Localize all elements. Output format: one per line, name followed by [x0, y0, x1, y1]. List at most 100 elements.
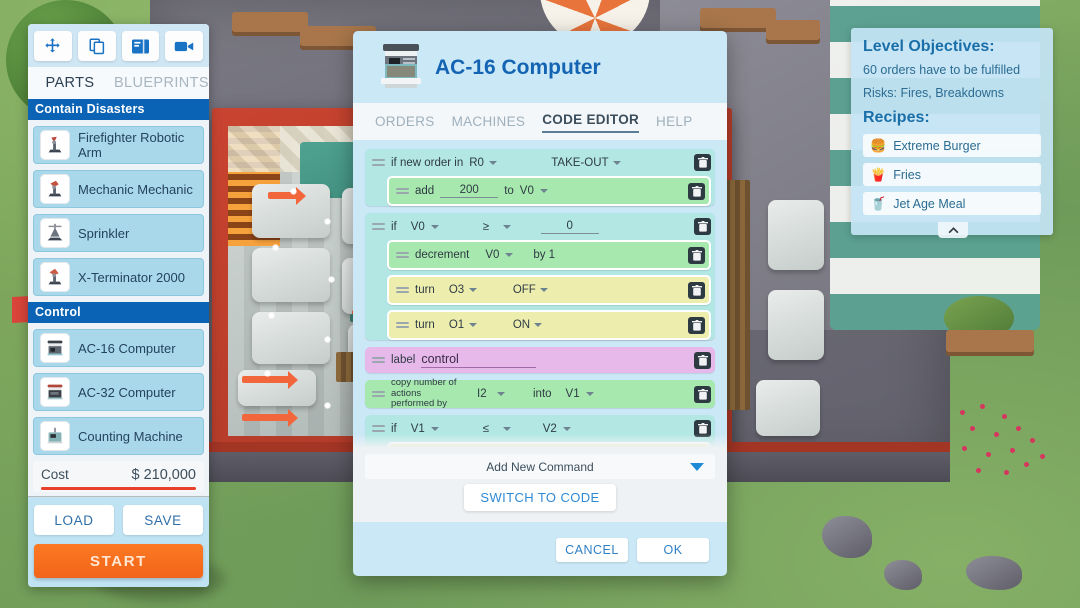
load-button[interactable]: LOAD — [34, 505, 114, 535]
dropdown-state[interactable]: ON — [513, 319, 543, 331]
code-block-turn-o2[interactable]: turn O2 ON — [387, 442, 711, 448]
move-arrows-icon — [43, 37, 62, 56]
part-item-x-terminator-2000[interactable]: X-Terminator 2000 — [33, 258, 204, 296]
game-screen: PARTS BLUEPRINTS Contain Disasters Firef… — [0, 0, 1080, 608]
dropdown-variable[interactable]: V0 — [520, 185, 548, 197]
dropdown-order-type[interactable]: TAKE-OUT — [551, 157, 621, 169]
tab-machines[interactable]: MACHINES — [452, 114, 526, 133]
drag-handle-icon[interactable] — [396, 321, 409, 329]
drag-handle-icon[interactable] — [396, 251, 409, 259]
camera-tool-button[interactable] — [165, 31, 203, 61]
cost-box: Cost $ 210,000 — [33, 461, 204, 492]
drag-handle-icon[interactable] — [372, 159, 385, 166]
code-editor-canvas[interactable]: if new order in R0 TAKE-OUT add 200 to V… — [353, 140, 727, 448]
part-item-ac-32-computer[interactable]: AC-32 Computer — [33, 373, 204, 411]
block-keyword: label — [391, 354, 416, 366]
tab-help[interactable]: HELP — [656, 114, 692, 133]
robot-arm-icon — [40, 130, 70, 160]
tab-parts[interactable]: PARTS — [28, 73, 112, 94]
delete-block-button[interactable] — [688, 316, 705, 334]
machine — [768, 200, 824, 270]
code-block-turn-o3[interactable]: turn O3 OFF — [387, 275, 711, 305]
dropdown-output[interactable]: O3 — [449, 284, 477, 296]
dropdown-output[interactable]: O1 — [449, 319, 477, 331]
drag-handle-icon[interactable] — [372, 356, 385, 364]
copy-icon — [88, 37, 106, 55]
code-block-turn-o1[interactable]: turn O1 ON — [387, 310, 711, 340]
tab-blueprints[interactable]: BLUEPRINTS — [114, 73, 209, 94]
switch-to-code-button[interactable]: SWITCH TO CODE — [464, 484, 616, 511]
recipe-item-jet-age-meal[interactable]: 🥤 Jet Age Meal — [863, 192, 1041, 215]
code-block-copy-actions[interactable]: copy number of actions performed by I2 i… — [365, 378, 715, 409]
panel-tabs: PARTS BLUEPRINTS — [28, 67, 209, 99]
code-block-label[interactable]: label control — [365, 347, 715, 373]
dropdown-operator[interactable]: ≤ — [483, 423, 511, 435]
chevron-down-icon — [502, 224, 511, 229]
dropdown-variable[interactable]: V1 — [566, 388, 594, 400]
chevron-down-icon — [430, 224, 439, 229]
delete-block-button[interactable] — [688, 281, 705, 299]
tab-orders[interactable]: ORDERS — [375, 114, 435, 133]
dropdown-state[interactable]: OFF — [513, 284, 548, 296]
delete-block-button[interactable] — [694, 218, 711, 235]
dropdown-variable[interactable]: V2 — [543, 423, 571, 435]
start-button[interactable]: START — [34, 544, 203, 578]
objectives-title: Level Objectives: — [863, 38, 995, 55]
part-item-counting-machine[interactable]: Counting Machine — [33, 417, 204, 455]
delete-block-button[interactable] — [688, 246, 705, 264]
delete-block-button[interactable] — [694, 154, 711, 171]
text-input-label[interactable]: control — [421, 352, 537, 368]
recipe-item-extreme-burger[interactable]: 🍔 Extreme Burger — [863, 134, 1041, 157]
move-tool-button[interactable] — [34, 31, 72, 61]
code-block-if-compare[interactable]: if V0 ≥ 0 decrement V0 by 1 turn O3 OFF … — [365, 213, 715, 340]
part-item-sprinkler[interactable]: Sprinkler — [33, 214, 204, 252]
dropdown-operator[interactable]: ≥ — [483, 221, 511, 233]
tab-code-editor[interactable]: CODE EDITOR — [542, 112, 640, 133]
dropdown-machine[interactable]: I2 — [477, 388, 505, 400]
part-item-firefighter-robotic-arm[interactable]: Firefighter Robotic Arm — [33, 126, 204, 164]
collapse-objectives-button[interactable] — [938, 222, 968, 238]
delete-block-button[interactable] — [694, 420, 711, 437]
robot-arm-icon — [40, 174, 70, 204]
number-input-amount[interactable]: 200 — [440, 184, 499, 198]
recipe-item-fries[interactable]: 🍟 Fries — [863, 163, 1041, 186]
machine — [252, 248, 330, 302]
notes-tool-button[interactable] — [121, 31, 160, 61]
dropdown-variable[interactable]: V0 — [485, 249, 514, 261]
save-button[interactable]: SAVE — [123, 505, 203, 535]
parts-list: Contain Disasters Firefighter Robotic Ar… — [28, 99, 209, 497]
part-item-mechanic-mechanic[interactable]: Mechanic Mechanic — [33, 170, 204, 208]
number-input-compare[interactable]: 0 — [540, 220, 599, 234]
dropdown-variable[interactable]: V1 — [411, 423, 439, 435]
cost-value: $ 210,000 — [131, 467, 196, 483]
delete-block-button[interactable] — [694, 351, 711, 369]
part-item-ac-16-computer[interactable]: AC-16 Computer — [33, 329, 204, 367]
code-block-add[interactable]: add 200 to V0 — [387, 176, 711, 206]
bench — [946, 330, 1034, 352]
dropdown-variable[interactable]: V0 — [411, 221, 439, 233]
recipes-title: Recipes: — [863, 109, 930, 126]
drag-handle-icon[interactable] — [372, 425, 385, 432]
delete-block-button[interactable] — [688, 182, 705, 200]
part-label: Sprinkler — [78, 225, 130, 241]
code-block-if-compare-vars[interactable]: if V1 ≤ V2 — [365, 415, 715, 448]
drag-handle-icon[interactable] — [396, 187, 409, 195]
copy-tool-button[interactable] — [77, 31, 116, 61]
dropdown-register[interactable]: R0 — [469, 157, 498, 169]
chevron-down-icon — [690, 462, 704, 471]
dialog-title: AC-16 Computer — [435, 56, 601, 79]
add-new-command-dropdown[interactable]: Add New Command — [365, 454, 715, 479]
drag-handle-icon[interactable] — [372, 390, 385, 398]
computer-icon — [379, 40, 423, 97]
code-block-decrement[interactable]: decrement V0 by 1 — [387, 240, 711, 270]
chevron-down-icon — [612, 160, 621, 165]
delete-block-button[interactable] — [694, 385, 711, 403]
cost-bar — [41, 487, 196, 490]
drag-handle-icon[interactable] — [396, 286, 409, 294]
block-keyword: by 1 — [533, 249, 556, 261]
burger-icon: 🍔 — [870, 138, 887, 153]
drag-handle-icon[interactable] — [372, 223, 385, 230]
cancel-button[interactable]: CANCEL — [556, 538, 628, 562]
ok-button[interactable]: OK — [637, 538, 709, 562]
code-block-if-new-order[interactable]: if new order in R0 TAKE-OUT add 200 to V… — [365, 149, 715, 206]
